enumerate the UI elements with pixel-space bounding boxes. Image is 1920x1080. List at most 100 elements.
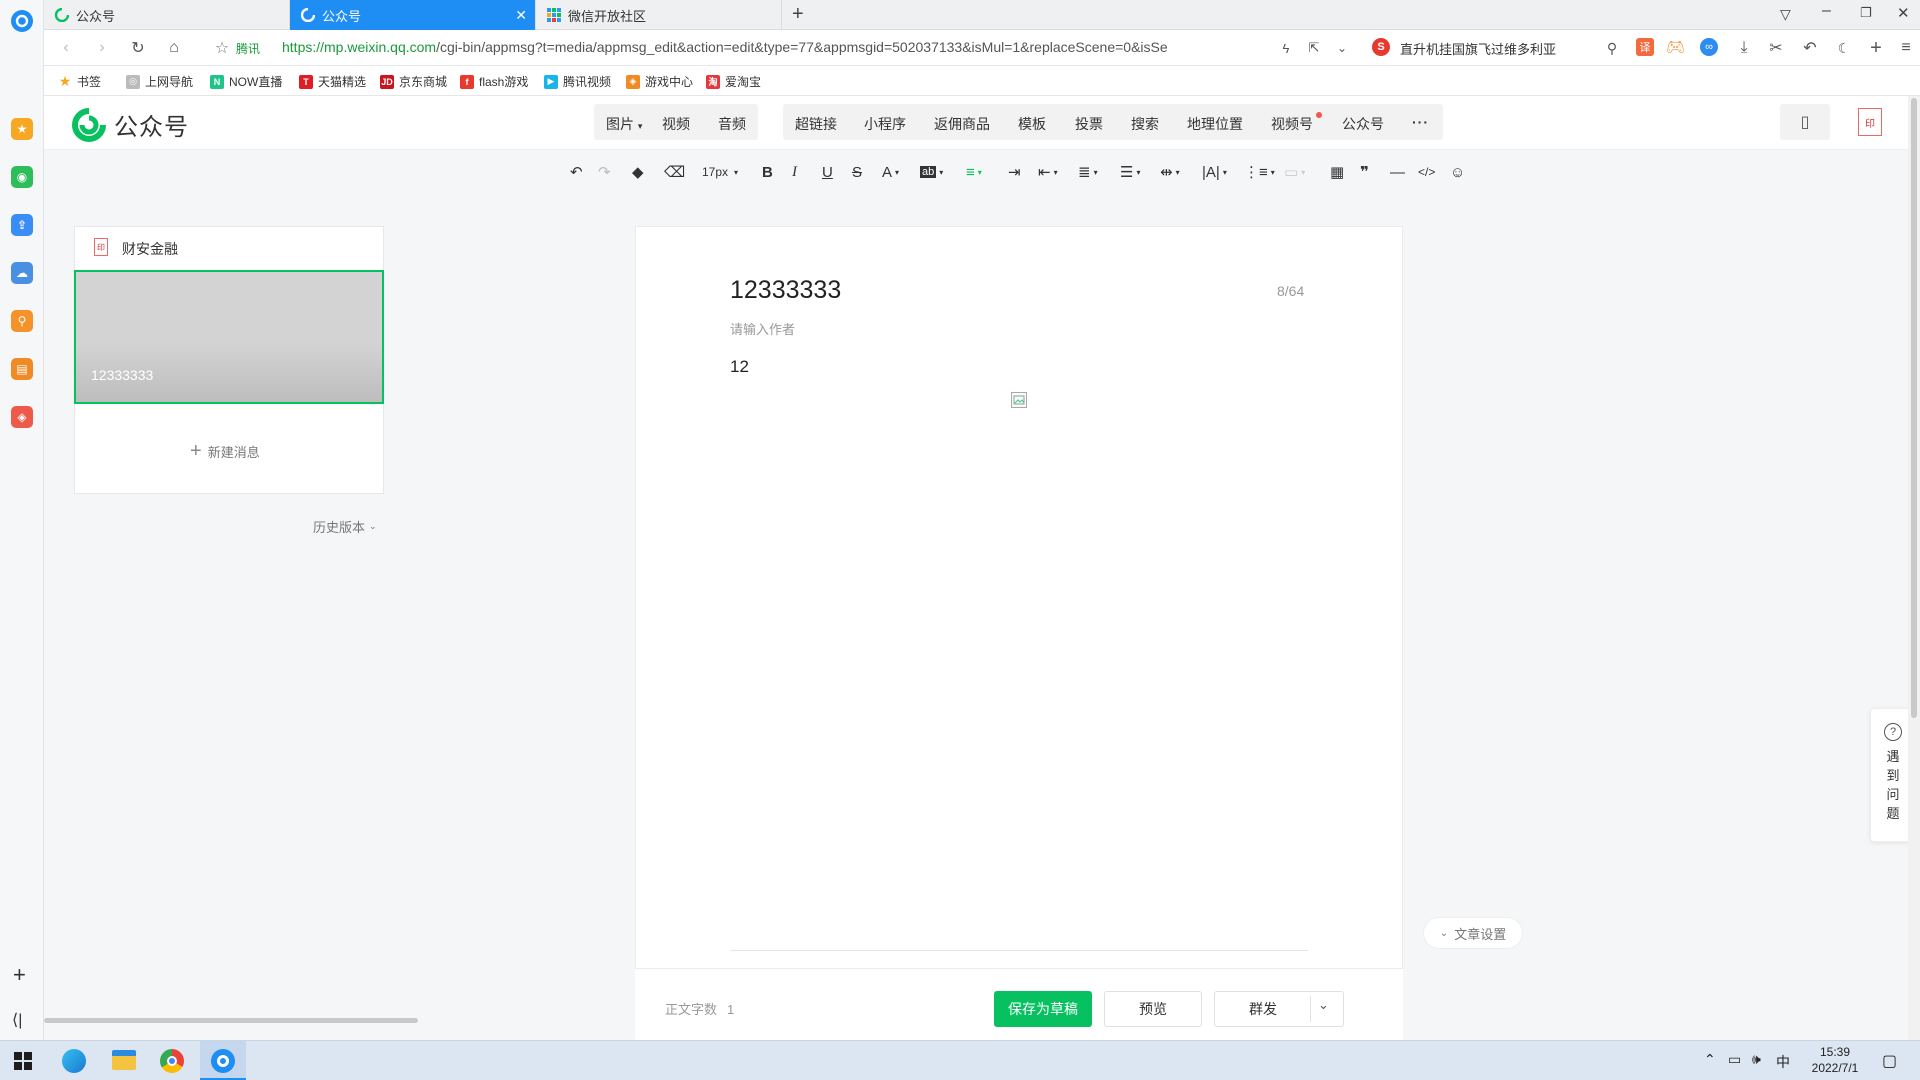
bookmark-item[interactable]: ▶ 腾讯视频 bbox=[544, 73, 611, 90]
quote-icon[interactable]: ❞ bbox=[1360, 161, 1369, 183]
strikethrough-icon[interactable]: S bbox=[852, 161, 862, 183]
align-center-icon[interactable]: ≡ ▾ bbox=[966, 161, 982, 183]
list-icon[interactable]: ⋮≡ ▾ bbox=[1244, 161, 1275, 183]
bookmark-item[interactable]: ◈ 游戏中心 bbox=[626, 73, 693, 90]
restore-icon[interactable]: ❐ bbox=[1860, 5, 1872, 21]
tab-wechat-open-community[interactable]: 微信开放社区 bbox=[536, 0, 782, 30]
bookmark-item[interactable]: ◎ 上网导航 bbox=[126, 73, 193, 90]
search-field[interactable]: 直升机挂国旗飞过维多利亚 bbox=[1400, 39, 1600, 58]
insert-search-button[interactable]: 搜索 bbox=[1131, 114, 1159, 134]
collapse-rail-icon[interactable]: ⟨| bbox=[12, 1010, 22, 1030]
emoji-icon[interactable]: ☺ bbox=[1450, 161, 1465, 183]
insert-video-button[interactable]: 视频 bbox=[662, 114, 690, 134]
favorites-star-icon[interactable]: ★ bbox=[11, 118, 33, 140]
italic-icon[interactable]: I bbox=[792, 161, 797, 183]
broken-image-icon[interactable] bbox=[1011, 392, 1027, 408]
insert-audio-button[interactable]: 音频 bbox=[718, 114, 746, 134]
letter-spacing-icon[interactable]: |A| ▾ bbox=[1202, 161, 1227, 183]
shirt-skin-icon[interactable]: ▽ bbox=[1780, 6, 1791, 23]
share-icon[interactable]: ⇱ bbox=[1304, 38, 1324, 58]
home-icon[interactable]: ⌂ bbox=[164, 38, 184, 58]
scissors-icon[interactable]: ✂ bbox=[1766, 38, 1786, 58]
insert-channels-button[interactable]: 视频号 bbox=[1271, 114, 1313, 134]
close-tab-icon[interactable]: ✕ bbox=[515, 7, 527, 24]
divider-line-icon[interactable]: — bbox=[1390, 161, 1405, 183]
insert-image-button[interactable]: 图片 ▾ bbox=[606, 114, 642, 134]
article-cover-thumbnail[interactable] bbox=[74, 270, 384, 404]
background-color-icon[interactable]: ▭ ▾ bbox=[1284, 161, 1305, 183]
outdent-icon[interactable]: ⇤ ▾ bbox=[1038, 161, 1058, 183]
publish-dropdown-chevron-icon[interactable]: ⌄ bbox=[1318, 997, 1329, 1013]
tab-gongzhonghao-active[interactable]: 公众号 ✕ bbox=[290, 0, 536, 30]
scrollbar-thumb[interactable] bbox=[1911, 98, 1917, 718]
paragraph-spacing-icon[interactable]: ≣ ▾ bbox=[1078, 161, 1098, 183]
close-window-icon[interactable]: ✕ bbox=[1897, 4, 1910, 22]
clock[interactable]: 15:39 2022/7/1 bbox=[1800, 1044, 1870, 1076]
search-icon[interactable]: ⚲ bbox=[1602, 38, 1622, 58]
new-tab-icon[interactable]: + bbox=[792, 3, 804, 26]
bookmark-item[interactable]: JD 京东商城 bbox=[380, 73, 447, 90]
back-icon[interactable]: ‹ bbox=[56, 38, 76, 58]
format-brush-icon[interactable]: ◆ bbox=[632, 161, 644, 183]
author-input[interactable]: 请输入作者 bbox=[730, 319, 795, 338]
article-body-text[interactable]: 12 bbox=[730, 357, 749, 377]
send-file-icon[interactable]: ⇪ bbox=[11, 214, 33, 236]
infinity-icon[interactable]: ∞ bbox=[1700, 38, 1718, 56]
download-icon[interactable]: ⤓ bbox=[1734, 38, 1754, 58]
insert-commission-goods-button[interactable]: 返佣商品 bbox=[934, 114, 990, 134]
notification-icon[interactable]: ▢ bbox=[1882, 1051, 1897, 1071]
code-icon[interactable]: </> bbox=[1418, 161, 1435, 183]
redo-icon[interactable]: ↷ bbox=[598, 161, 611, 183]
lightning-icon[interactable]: ϟ bbox=[1276, 38, 1296, 58]
insert-template-button[interactable]: 模板 bbox=[1018, 114, 1046, 134]
article-title-input[interactable]: 12333333 bbox=[730, 276, 841, 305]
notes-icon[interactable]: ▯ bbox=[1780, 104, 1830, 140]
font-size-select[interactable]: 17px ▾ bbox=[702, 161, 738, 183]
highlight-color-icon[interactable]: ab ▾ bbox=[920, 161, 943, 183]
qq-browser-taskbar-button[interactable] bbox=[200, 1041, 246, 1080]
gamepad-icon[interactable]: 🎮︎ bbox=[1666, 38, 1686, 56]
url-field[interactable]: https://mp.weixin.qq.com/cgi-bin/appmsg?… bbox=[282, 39, 1272, 55]
menu-icon[interactable]: ≡ bbox=[1896, 38, 1916, 58]
insert-official-account-button[interactable]: 公众号 bbox=[1342, 114, 1384, 134]
line-height-icon[interactable]: ☰ ▾ bbox=[1120, 161, 1140, 183]
translate-icon[interactable]: 译 bbox=[1636, 38, 1654, 56]
clear-format-icon[interactable]: ⌫ bbox=[664, 161, 685, 183]
tab-gongzhonghao-1[interactable]: 公众号 bbox=[44, 0, 290, 30]
bookmark-item[interactable]: f flash游戏 bbox=[460, 73, 528, 90]
new-message-button[interactable]: + 新建消息 bbox=[190, 440, 260, 463]
night-mode-icon[interactable]: ☾ bbox=[1834, 38, 1854, 58]
search-tool-icon[interactable]: ⚲ bbox=[11, 310, 33, 332]
bookmark-item[interactable]: 淘爱淘宝 bbox=[706, 73, 761, 90]
reload-icon[interactable]: ↻ bbox=[128, 38, 148, 58]
insert-vote-button[interactable]: 投票 bbox=[1075, 114, 1103, 134]
history-versions-link[interactable]: 历史版本 ⌄ bbox=[313, 517, 377, 536]
indent-margin-icon[interactable]: ⇹ ▾ bbox=[1160, 161, 1180, 183]
vertical-scrollbar[interactable] bbox=[1908, 96, 1920, 1040]
bookmark-star-icon[interactable]: ☆ bbox=[212, 38, 232, 58]
bold-icon[interactable]: B bbox=[762, 161, 773, 183]
file-explorer-icon[interactable] bbox=[112, 1050, 136, 1070]
account-avatar[interactable]: 印 bbox=[1858, 108, 1882, 136]
qq-browser-logo-icon[interactable] bbox=[11, 10, 33, 32]
preview-button[interactable]: 预览 bbox=[1104, 991, 1202, 1027]
underline-icon[interactable]: U bbox=[822, 161, 833, 183]
insert-hyperlink-button[interactable]: 超链接 bbox=[795, 114, 837, 134]
table-icon[interactable]: ▦ bbox=[1330, 161, 1344, 183]
forward-icon[interactable]: › bbox=[92, 38, 112, 58]
chrome-icon[interactable] bbox=[160, 1049, 184, 1073]
sogou-search-icon[interactable]: S bbox=[1372, 38, 1390, 56]
undo-close-icon[interactable]: ↶ bbox=[1800, 38, 1820, 58]
volume-icon[interactable]: 🕪︎ bbox=[1752, 1051, 1761, 1068]
dropdown-chevron-icon[interactable]: ⌄ bbox=[1332, 38, 1352, 58]
bookmark-item[interactable]: T 天猫精选 bbox=[299, 73, 366, 90]
cloud-icon[interactable]: ☁ bbox=[11, 262, 33, 284]
font-color-icon[interactable]: A ▾ bbox=[882, 161, 899, 183]
horizontal-scrollbar-thumb[interactable] bbox=[44, 1018, 418, 1023]
more-tools-button[interactable]: ··· bbox=[1412, 114, 1429, 130]
game-icon[interactable]: ◈ bbox=[11, 406, 33, 428]
add-icon[interactable]: + bbox=[1866, 37, 1886, 59]
save-draft-button[interactable]: 保存为草稿 bbox=[994, 991, 1092, 1027]
article-settings-button[interactable]: ⌄ 文章设置 bbox=[1423, 917, 1523, 949]
edge-browser-icon[interactable] bbox=[62, 1049, 86, 1073]
